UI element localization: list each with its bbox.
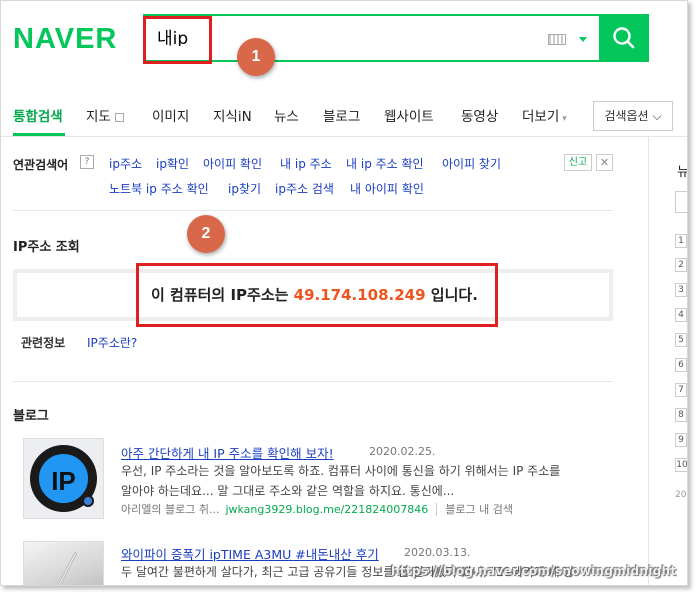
chevron-down-icon[interactable] bbox=[579, 37, 587, 42]
related-link[interactable]: 내 ip 주소 bbox=[280, 155, 332, 172]
step-marker-1: 1 bbox=[237, 38, 275, 76]
post-title-link[interactable]: 와이파이 증폭기 ipTIME A3MU #내돈내산 후기 bbox=[121, 544, 379, 563]
related-link[interactable]: ip확인 bbox=[156, 155, 189, 172]
router-antenna-image bbox=[53, 551, 78, 585]
post-description: 우선, IP 주소라는 것을 알아보도록 하죠. 컴퓨터 사이에 통신을 하기 … bbox=[121, 464, 561, 478]
related-link[interactable]: 아이피 찾기 bbox=[442, 155, 501, 172]
rank-number: 8 bbox=[675, 408, 687, 422]
tab-map[interactable]: 지도 bbox=[86, 105, 124, 125]
browser-frame: NAVER 1 통합검색 지도 이미지 지식iN 뉴스 블로그 웹사이트 동영상… bbox=[0, 0, 688, 586]
rank-number: 7 bbox=[675, 383, 687, 397]
divider bbox=[13, 381, 613, 382]
sidebar-box[interactable] bbox=[675, 191, 687, 213]
help-icon[interactable]: ? bbox=[80, 155, 94, 169]
post-author[interactable]: 아리엘의 블로그 취... bbox=[121, 503, 219, 516]
rank-number: 2 bbox=[675, 258, 687, 272]
search-options-label: 검색옵션 bbox=[604, 109, 649, 123]
blog-inner-search-link[interactable]: 블로그 내 검색 bbox=[436, 503, 514, 516]
ip-logo-text: IP bbox=[51, 466, 76, 496]
rank-number: 10 bbox=[675, 458, 688, 472]
post-thumbnail[interactable]: IP bbox=[23, 438, 104, 519]
related-info-label: 관련정보 bbox=[21, 336, 66, 350]
post-title-link[interactable]: 아주 간단하게 내 IP 주소를 확인해 보자! bbox=[121, 443, 334, 462]
report-button[interactable]: 신고 bbox=[564, 154, 592, 171]
ip-highlight-box bbox=[136, 263, 498, 327]
related-link[interactable]: ip주소 bbox=[109, 155, 142, 172]
search-icon bbox=[613, 27, 635, 49]
close-icon[interactable]: ✕ bbox=[596, 154, 613, 171]
tab-more[interactable]: 더보기 ▾ bbox=[522, 105, 567, 125]
divider bbox=[13, 210, 613, 211]
blog-section-title: 블로그 bbox=[13, 409, 49, 424]
related-link[interactable]: 내 아이피 확인 bbox=[350, 180, 424, 197]
related-searches-label: 연관검색어 bbox=[13, 158, 69, 172]
ip-logo-dot bbox=[82, 495, 94, 507]
tab-integrated[interactable]: 통합검색 bbox=[13, 105, 63, 125]
post-date: 2020.03.13. bbox=[404, 546, 471, 559]
tab-kin[interactable]: 지식iN bbox=[213, 105, 252, 125]
watermark: https://blog.naver.com/snowingmidnight bbox=[391, 564, 677, 578]
post-url[interactable]: jwkang3929.blog.me/221824007846 bbox=[225, 503, 428, 516]
keyboard-icon[interactable] bbox=[548, 34, 566, 45]
active-tab-indicator bbox=[13, 133, 65, 136]
tab-more-label: 더보기 bbox=[522, 109, 560, 125]
rank-number: 3 bbox=[675, 283, 687, 297]
related-link[interactable]: ip주소 검색 bbox=[275, 180, 334, 197]
search-box[interactable] bbox=[143, 14, 649, 62]
ip-logo-image: IP bbox=[30, 445, 97, 512]
step-marker-2: 2 bbox=[187, 215, 225, 253]
tab-blog[interactable]: 블로그 bbox=[323, 105, 360, 125]
tab-website[interactable]: 웹사이트 bbox=[384, 105, 434, 125]
naver-logo[interactable]: NAVER bbox=[13, 23, 117, 56]
search-button[interactable] bbox=[599, 14, 649, 62]
ip-lookup-title: IP주소 조회 bbox=[13, 240, 80, 255]
related-link[interactable]: 내 ip 주소 확인 bbox=[346, 155, 424, 172]
rank-number: 1 bbox=[675, 234, 687, 248]
search-highlight-box bbox=[143, 16, 212, 64]
window-icon bbox=[114, 112, 124, 122]
tab-images[interactable]: 이미지 bbox=[152, 105, 189, 125]
related-link[interactable]: ip찾기 bbox=[228, 180, 261, 197]
rank-number: 4 bbox=[675, 308, 687, 322]
chevron-down-icon: ⌵ bbox=[652, 109, 662, 123]
search-tabs: 통합검색 지도 이미지 지식iN 뉴스 블로그 웹사이트 동영상 더보기 ▾ 검색… bbox=[1, 95, 687, 137]
post-description: 알아야 하는데요... 말 그대로 주소와 같은 역할을 하지요. 통신에... bbox=[121, 484, 455, 498]
rank-number: 6 bbox=[675, 358, 687, 372]
tab-news[interactable]: 뉴스 bbox=[274, 105, 299, 125]
search-options-button[interactable]: 검색옵션 ⌵ bbox=[593, 101, 673, 131]
ip-info-link[interactable]: IP주소란? bbox=[87, 334, 137, 351]
rank-number: 5 bbox=[675, 333, 687, 347]
rank-number: 9 bbox=[675, 433, 687, 447]
related-link[interactable]: 노트북 ip 주소 확인 bbox=[109, 180, 209, 197]
related-link[interactable]: 아이피 확인 bbox=[203, 155, 262, 172]
tab-video[interactable]: 동영상 bbox=[461, 105, 498, 125]
post-meta: 아리엘의 블로그 취... jwkang3929.blog.me/22182400… bbox=[121, 501, 514, 517]
tab-map-label: 지도 bbox=[86, 109, 111, 125]
sidebar-footer: 20 bbox=[675, 490, 687, 500]
post-thumbnail[interactable] bbox=[23, 541, 104, 585]
post-date: 2020.02.25. bbox=[369, 445, 436, 458]
sidebar-label: 뉴 bbox=[677, 165, 688, 180]
caret-down-icon: ▾ bbox=[562, 114, 567, 124]
